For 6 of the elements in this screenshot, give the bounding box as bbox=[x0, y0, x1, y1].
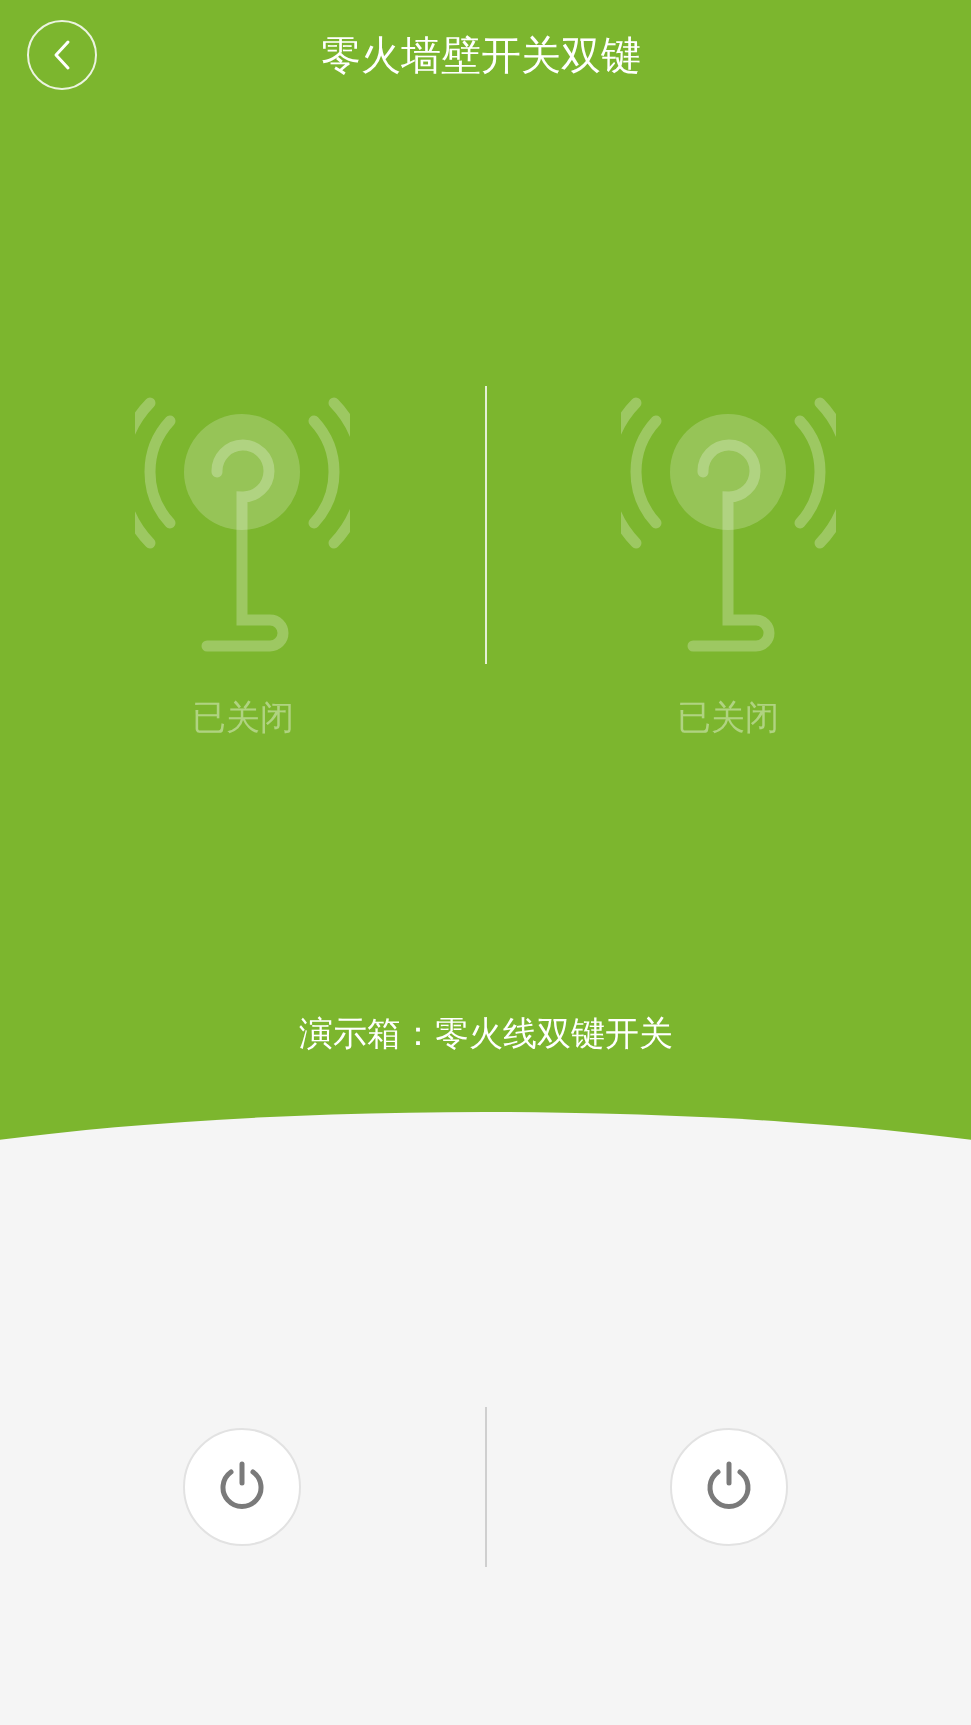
demo-label: 演示箱：零火线双键开关 bbox=[297, 1012, 674, 1055]
back-button[interactable] bbox=[27, 20, 97, 90]
switch-status: 已关闭 bbox=[676, 696, 781, 739]
page-title: 零火墙壁开关双键 bbox=[319, 30, 642, 80]
back-icon bbox=[53, 39, 71, 71]
switch-status: 已关闭 bbox=[190, 696, 295, 739]
